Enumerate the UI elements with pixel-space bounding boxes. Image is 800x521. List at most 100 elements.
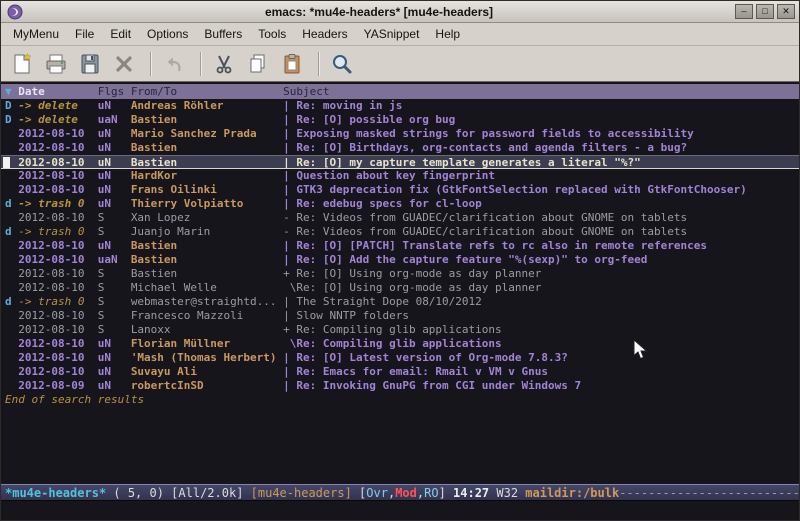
message-row[interactable]: 2012-08-10uNFrans Oilinki|GTK3 deprecati… xyxy=(1,183,799,197)
col-from: Andreas Röhler xyxy=(131,99,283,113)
message-row[interactable]: 2012-08-10SLanoxx+Re: Compiling glib app… xyxy=(1,323,799,337)
message-row[interactable]: 2012-08-10uN'Mash (Thomas Herbert)|Re: [… xyxy=(1,351,799,365)
minibuffer[interactable] xyxy=(1,501,799,520)
message-row[interactable]: 2012-08-09uNrobertcInSD|Re: Invoking Gnu… xyxy=(1,379,799,393)
emacs-window: emacs: *mu4e-headers* [mu4e-headers] – □… xyxy=(0,0,800,521)
col-sep: + xyxy=(283,323,296,337)
col-sep: | xyxy=(283,113,296,127)
col-subj: Re: Compiling glib applications xyxy=(296,323,799,337)
toolbar-separator xyxy=(200,52,202,76)
col-subj: Re: [O] Using org-mode as day planner xyxy=(296,281,799,295)
col-flags: uN xyxy=(98,365,131,379)
mouse-cursor xyxy=(633,339,649,361)
col-mark xyxy=(5,156,18,168)
column-header-flags[interactable]: Flgs xyxy=(98,84,131,99)
col-mark xyxy=(5,127,18,141)
search-icon xyxy=(330,52,354,76)
print-button[interactable] xyxy=(41,49,71,79)
menu-headers[interactable]: Headers xyxy=(294,25,355,43)
col-from: Michael Welle xyxy=(131,281,283,295)
message-row[interactable]: d-> trash 0uNThierry Volpiatto|Re: edebu… xyxy=(1,197,799,211)
empty-buffer-space xyxy=(1,407,799,484)
col-date: 2012-08-10 xyxy=(18,337,97,351)
col-flags: S xyxy=(98,295,131,309)
column-header-date[interactable]: Date xyxy=(18,84,97,99)
emacs-app-icon xyxy=(7,4,23,20)
modeline-modified: Mod xyxy=(395,486,417,500)
message-row[interactable]: 2012-08-10uNHardKor|Question about key f… xyxy=(1,169,799,183)
col-mark xyxy=(5,169,18,183)
undo-button[interactable] xyxy=(159,49,189,79)
toolbar-separator xyxy=(318,52,320,76)
message-row[interactable]: d-> trash 0Swebmaster@straightd...|The S… xyxy=(1,295,799,309)
col-date: 2012-08-10 xyxy=(18,183,97,197)
modeline-time: 14:27 xyxy=(453,486,496,500)
col-mark xyxy=(5,183,18,197)
message-row[interactable]: 2012-08-10uNBastien|Re: [O] [PATCH] Tran… xyxy=(1,239,799,253)
sort-direction-icon[interactable]: ▼ xyxy=(5,84,18,99)
col-flags: uN xyxy=(98,127,131,141)
col-flags: uN xyxy=(98,337,131,351)
message-row[interactable]: 2012-08-10uNFlorian Müllner \Re: Compili… xyxy=(1,337,799,351)
message-row[interactable]: D-> deleteuaNBastien|Re: [O] possible or… xyxy=(1,113,799,127)
col-sep: | xyxy=(283,351,296,365)
menu-tools[interactable]: Tools xyxy=(250,25,294,43)
col-flags: uN xyxy=(98,99,131,113)
menu-yasnippet[interactable]: YASnippet xyxy=(356,25,428,43)
menu-file[interactable]: File xyxy=(67,25,102,43)
menu-help[interactable]: Help xyxy=(427,25,468,43)
col-from: Bastien xyxy=(131,267,283,281)
col-sep: | xyxy=(283,169,296,183)
col-flags: uaN xyxy=(98,113,131,127)
col-flags: uN xyxy=(98,156,131,168)
col-date: 2012-08-10 xyxy=(18,127,97,141)
titlebar[interactable]: emacs: *mu4e-headers* [mu4e-headers] – □… xyxy=(1,1,799,23)
save-button[interactable] xyxy=(75,49,105,79)
col-subj: Re: Invoking GnuPG from CGI under Window… xyxy=(296,379,799,393)
message-row[interactable]: 2012-08-10SMichael Welle \Re: [O] Using … xyxy=(1,281,799,295)
close-buffer-button[interactable] xyxy=(109,49,139,79)
col-flags: S xyxy=(98,211,131,225)
column-header-from[interactable]: From/To xyxy=(131,84,283,99)
message-row[interactable]: d-> trash 0SJuanjo Marin-Re: Videos from… xyxy=(1,225,799,239)
message-row[interactable]: 2012-08-10SFrancesco Mazzoli|Slow NNTP f… xyxy=(1,309,799,323)
close-button[interactable]: ✕ xyxy=(777,4,795,19)
message-row[interactable]: 2012-08-10uaNBastien|Re: [O] Add the cap… xyxy=(1,253,799,267)
col-sep: - xyxy=(283,211,296,225)
col-subj: GTK3 deprecation fix (GtkFontSelection r… xyxy=(296,183,799,197)
col-subj: Re: Emacs for email: Rmail v VM v Gnus xyxy=(296,365,799,379)
message-row[interactable]: 2012-08-10uNBastien|Re: [O] my capture t… xyxy=(1,155,799,169)
cut-button[interactable] xyxy=(209,49,239,79)
message-row[interactable]: D-> deleteuNAndreas Röhler|Re: moving in… xyxy=(1,99,799,113)
col-date: 2012-08-10 xyxy=(18,141,97,155)
col-flags: uN xyxy=(98,379,131,393)
message-row[interactable]: 2012-08-10uNSuvayu Ali|Re: Emacs for ema… xyxy=(1,365,799,379)
column-header-subject[interactable]: Subject xyxy=(283,84,799,99)
message-row[interactable]: 2012-08-10SBastien+Re: [O] Using org-mod… xyxy=(1,267,799,281)
emacs-frame: ▼ Date Flgs From/To Subject D-> deleteuN… xyxy=(1,82,799,520)
col-subj: Re: Videos from GUADEC/clarification abo… xyxy=(296,225,799,239)
menu-mymenu[interactable]: MyMenu xyxy=(5,25,67,43)
print-icon xyxy=(44,52,68,76)
menu-edit[interactable]: Edit xyxy=(102,25,139,43)
new-file-icon xyxy=(10,52,34,76)
col-mark xyxy=(5,351,18,365)
modeline-dashes: ------------------------- xyxy=(619,486,799,500)
menu-options[interactable]: Options xyxy=(139,25,196,43)
col-sep: | xyxy=(283,156,296,168)
message-row[interactable]: 2012-08-10uNBastien|Re: [O] Birthdays, o… xyxy=(1,141,799,155)
new-file-button[interactable] xyxy=(7,49,37,79)
minimize-button[interactable]: – xyxy=(735,4,753,19)
col-mark xyxy=(5,365,18,379)
col-sep: | xyxy=(283,309,296,323)
search-button[interactable] xyxy=(327,49,357,79)
col-date: -> delete xyxy=(18,99,97,113)
message-row[interactable]: 2012-08-10uNMario Sanchez Prada|Exposing… xyxy=(1,127,799,141)
modeline-window-id: W32 xyxy=(496,486,525,500)
col-date: 2012-08-10 xyxy=(18,169,97,183)
maximize-button[interactable]: □ xyxy=(756,4,774,19)
copy-button[interactable] xyxy=(243,49,273,79)
menu-buffers[interactable]: Buffers xyxy=(196,25,250,43)
message-row[interactable]: 2012-08-10SXan Lopez-Re: Videos from GUA… xyxy=(1,211,799,225)
paste-button[interactable] xyxy=(277,49,307,79)
